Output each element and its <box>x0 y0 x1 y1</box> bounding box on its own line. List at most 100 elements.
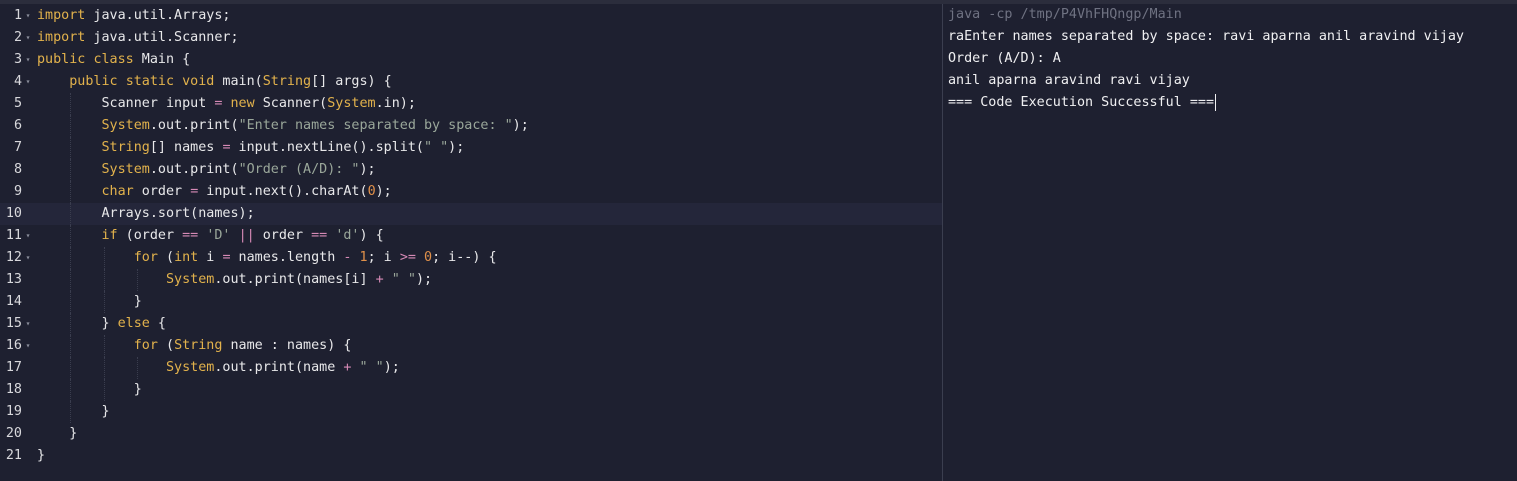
code-text: Scanner input = new Scanner(System.in); <box>37 93 415 115</box>
code-line[interactable]: 12 ▾ for (int i = names.length - 1; i >= … <box>0 247 942 269</box>
code-token: System <box>327 96 376 111</box>
code-text: } else { <box>37 313 166 335</box>
code-line[interactable]: 9 char order = input.next().charAt(0); <box>0 181 942 203</box>
code-token: [] names <box>149 140 223 155</box>
code-token: (order <box>117 228 183 243</box>
code-token: String <box>174 338 223 353</box>
code-line[interactable]: 3 ▾ public class Main { <box>0 49 942 71</box>
line-number: 1 <box>13 8 22 23</box>
code-editor[interactable]: 1 ▾ import java.util.Arrays; 2 ▾ import java.… <box>0 4 942 481</box>
code-line[interactable]: 21} <box>0 445 942 467</box>
code-line[interactable]: 18 } <box>0 379 942 401</box>
code-line[interactable]: 20 } <box>0 423 942 445</box>
code-token: } <box>37 294 142 309</box>
code-token: ); <box>359 162 376 177</box>
output-line: anil aparna aravind ravi vijay <box>948 73 1190 88</box>
line-number: 8 <box>13 162 22 177</box>
code-line[interactable]: 13 System.out.print(names[i] + " "); <box>0 269 942 291</box>
code-token: java.util.Arrays; <box>85 8 231 23</box>
code-token: order <box>254 228 312 243</box>
code-token: [] args) { <box>311 74 392 89</box>
code-token: == <box>311 228 328 243</box>
code-line[interactable]: 5 Scanner input = new Scanner(System.in)… <box>0 93 942 115</box>
code-token: ); <box>383 360 400 375</box>
code-token: for <box>133 250 158 265</box>
code-token: input.next().charAt( <box>198 184 368 199</box>
chevron-down-icon[interactable]: ▾ <box>23 247 33 269</box>
code-token: String <box>262 74 312 89</box>
code-token: input.nextLine().split( <box>230 140 424 155</box>
code-text: String[] names = input.nextLine().split(… <box>37 137 465 159</box>
text-cursor <box>1215 93 1217 111</box>
code-token: } <box>37 316 118 331</box>
code-line[interactable]: 19 } <box>0 401 942 423</box>
line-number: 21 <box>5 448 22 463</box>
chevron-down-icon[interactable]: ▾ <box>23 335 33 357</box>
code-token: void <box>182 74 215 89</box>
code-line[interactable]: 16 ▾ for (String name : names) { <box>0 335 942 357</box>
code-token: java.util.Scanner; <box>85 30 239 45</box>
code-text: for (int i = names.length - 1; i >= 0; i… <box>37 247 497 269</box>
code-line[interactable]: 10 Arrays.sort(names); <box>0 203 942 225</box>
code-token: + <box>375 272 384 287</box>
line-number: 13 <box>5 272 22 287</box>
line-number: 12 <box>5 250 22 265</box>
code-line[interactable]: 15 ▾ } else { <box>0 313 942 335</box>
chevron-down-icon[interactable]: ▾ <box>23 5 33 27</box>
code-token: " " <box>359 360 384 375</box>
code-line[interactable]: 11 ▾ if (order == 'D' || order == 'd') { <box>0 225 942 247</box>
code-text: System.out.print(names[i] + " "); <box>37 269 432 291</box>
chevron-down-icon[interactable]: ▾ <box>23 49 33 71</box>
code-token: else <box>117 316 150 331</box>
line-number: 6 <box>13 118 22 133</box>
code-line[interactable]: 8 System.out.print("Order (A/D): "); <box>0 159 942 181</box>
code-token: ); <box>415 272 433 287</box>
code-text: } <box>37 445 45 467</box>
output-console[interactable]: java -cp /tmp/P4VhFHQngp/Main raEnter na… <box>943 4 1517 481</box>
code-token: System <box>101 118 150 133</box>
output-line-last: === Code Execution Successful === <box>948 92 1217 114</box>
code-line[interactable]: 2 ▾ import java.util.Scanner; <box>0 27 942 49</box>
code-token: ) { <box>359 228 384 243</box>
code-text: public static void main(String[] args) { <box>37 71 392 93</box>
code-token: ; i--) { <box>432 250 497 265</box>
code-token: " " <box>423 140 449 155</box>
code-token: order <box>133 184 191 199</box>
line-number: 2 <box>13 30 22 45</box>
code-line[interactable]: 17 System.out.print(name + " "); <box>0 357 942 379</box>
code-token: name : names) { <box>222 338 352 353</box>
code-token: Scanner( <box>254 96 328 111</box>
code-text: System.out.print("Enter names separated … <box>37 115 529 137</box>
code-line[interactable]: 7 String[] names = input.nextLine().spli… <box>0 137 942 159</box>
code-token: ( <box>157 250 175 265</box>
code-token: "Order (A/D): " <box>238 162 360 177</box>
chevron-down-icon[interactable]: ▾ <box>23 71 33 93</box>
code-token: .out.print( <box>149 162 239 177</box>
code-line[interactable]: 4 ▾ public static void main(String[] args… <box>0 71 942 93</box>
code-text: System.out.print(name + " "); <box>37 357 400 379</box>
code-text: public class Main { <box>37 49 190 71</box>
code-token: 'd' <box>335 228 360 243</box>
code-token: System <box>166 272 215 287</box>
code-line[interactable]: 6 System.out.print("Enter names separate… <box>0 115 942 137</box>
line-number: 14 <box>5 294 22 309</box>
chevron-down-icon[interactable]: ▾ <box>23 313 33 335</box>
code-token: ); <box>448 140 465 155</box>
output-line: raEnter names separated by space: ravi a… <box>948 29 1464 44</box>
code-token: ); <box>512 118 529 133</box>
chevron-down-icon[interactable]: ▾ <box>23 225 33 247</box>
chevron-down-icon[interactable]: ▾ <box>23 27 33 49</box>
line-number: 16 <box>5 338 22 353</box>
code-line[interactable]: 1 ▾ import java.util.Arrays; <box>0 5 942 27</box>
line-number: 7 <box>13 140 22 155</box>
code-text: Arrays.sort(names); <box>37 203 254 225</box>
code-line[interactable]: 14 } <box>0 291 942 313</box>
